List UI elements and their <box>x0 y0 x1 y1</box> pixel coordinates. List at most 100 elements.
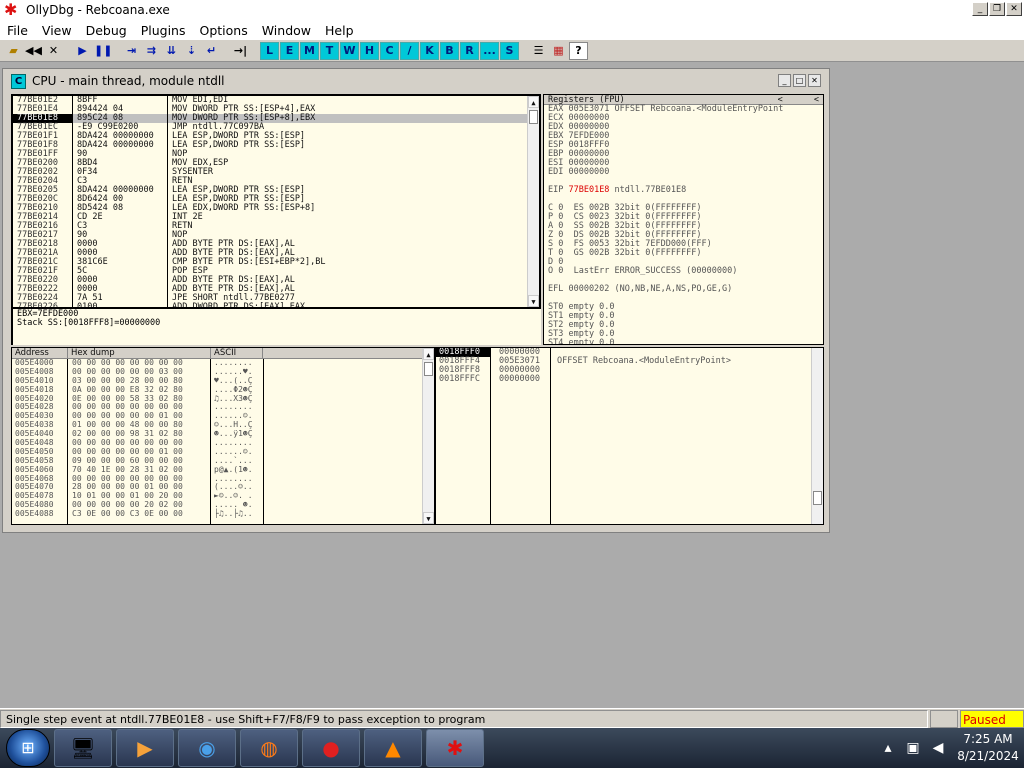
log-window-button[interactable]: L <box>260 41 279 60</box>
scroll-down-icon[interactable]: ▼ <box>528 295 539 307</box>
stack-scrollbar[interactable] <box>811 348 823 524</box>
register-nav-right-icon[interactable]: < <box>814 95 819 105</box>
column-divider <box>72 96 73 307</box>
rewind-icon[interactable]: ◀◀ <box>24 42 43 60</box>
registers-pane[interactable]: Registers (FPU) < < EAX 005E3071 OFFSET … <box>543 94 824 345</box>
run-icon[interactable]: ▶ <box>73 42 92 60</box>
source-button[interactable]: S <box>500 41 519 60</box>
disasm-row[interactable]: 77BE01F8 8DA424 00000000 LEA ESP,DWORD PTR… <box>13 141 539 150</box>
breakpoints-button[interactable]: B <box>440 41 459 60</box>
stack-value: 00000000 <box>499 374 540 384</box>
volume-icon[interactable]: ◀ <box>927 737 949 759</box>
appearance-icon[interactable]: ▦ <box>549 42 568 60</box>
help-icon[interactable]: ? <box>569 41 588 60</box>
register-row[interactable]: T 0 GS 002B 32bit 0(FFFFFFFF) <box>544 249 823 258</box>
stack-pane[interactable]: 0018FFF0 00000000 0018FFF4 005E3071 OFFSET R… <box>435 347 824 525</box>
disassembly-pane[interactable]: 77BE01E2 8BFF MOV EDI,EDI 77BE01E4 894424 04… <box>11 94 541 309</box>
run-trace-button[interactable]: ... <box>480 41 499 60</box>
scroll-thumb[interactable] <box>424 362 433 376</box>
scroll-down-icon[interactable]: ▼ <box>423 512 434 524</box>
menu-plugins[interactable]: Plugins <box>134 23 193 38</box>
taskbar-monitor-icon[interactable]: 🖥 <box>54 729 112 767</box>
disassembly-scrollbar[interactable]: ▲ ▼ <box>527 96 539 307</box>
ollydbg-bug-icon: ✱ <box>4 0 18 19</box>
taskbar-media-player-icon[interactable]: ▶ <box>116 729 174 767</box>
scroll-up-icon[interactable]: ▲ <box>528 96 539 108</box>
menu-file[interactable]: File <box>0 23 35 38</box>
menu-view[interactable]: View <box>35 23 79 38</box>
stack-row[interactable]: 0018FFFC 00000000 <box>436 375 823 384</box>
toolbar-separator <box>113 42 121 60</box>
restore-button[interactable]: ❐ <box>989 2 1005 16</box>
open-icon[interactable]: ▰ <box>4 42 23 60</box>
cpu-minimize-button[interactable]: _ <box>778 74 791 87</box>
trace-into-icon[interactable]: ⇊ <box>162 42 181 60</box>
clock[interactable]: 7:25 AM 8/21/2024 <box>952 731 1024 765</box>
cpu-maximize-button[interactable]: □ <box>793 74 806 87</box>
minimize-button[interactable]: _ <box>972 2 988 16</box>
column-divider <box>263 359 264 524</box>
menu-options[interactable]: Options <box>192 23 254 38</box>
memory-map-button[interactable]: M <box>300 41 319 60</box>
disasm-hex: 8DA424 00000000 <box>77 140 154 150</box>
register-text: O 0 LastErr ERROR_SUCCESS (00000000) <box>548 266 738 276</box>
taskbar-vlc-icon[interactable]: ▲ <box>364 729 422 767</box>
network-icon[interactable]: ▣ <box>902 737 924 759</box>
close-icon[interactable]: ✕ <box>44 42 63 60</box>
menu-debug[interactable]: Debug <box>79 23 134 38</box>
column-header-address[interactable]: Address <box>12 348 68 358</box>
column-header-hex[interactable]: Hex dump <box>68 348 211 358</box>
execute-till-return-icon[interactable]: ↵ <box>202 42 221 60</box>
taskbar-globe-icon[interactable]: ◉ <box>178 729 236 767</box>
register-row[interactable]: ST4 empty 0.0 <box>544 339 823 345</box>
windows-button[interactable]: W <box>340 41 359 60</box>
app-title: OllyDbg - Rebcoana.exe <box>26 3 170 17</box>
cpu-close-button[interactable]: ✕ <box>808 74 821 87</box>
modules-window-button[interactable]: E <box>280 41 299 60</box>
disasm-row[interactable]: 77BE021C 381C6E CMP BYTE PTR DS:[ESI+EBP*2… <box>13 258 539 267</box>
scroll-up-icon[interactable]: ▲ <box>423 348 434 360</box>
disasm-row[interactable]: 77BE0216 C3 RETN <box>13 222 539 231</box>
scroll-thumb[interactable] <box>529 110 538 124</box>
pause-icon[interactable]: ❚❚ <box>93 42 112 60</box>
menu-window[interactable]: Window <box>255 23 318 38</box>
references-button[interactable]: R <box>460 41 479 60</box>
cpu-button[interactable]: C <box>380 41 399 60</box>
taskbar-ollydbg-icon[interactable]: ✱ <box>426 729 484 767</box>
stack-comment: OFFSET Rebcoana.<ModuleEntryPoint> <box>557 356 731 366</box>
status-box <box>930 709 958 728</box>
taskbar-app-icon[interactable]: ● <box>302 729 360 767</box>
stack-row[interactable]: 0018FFF4 005E3071 OFFSET Rebcoana.<ModuleE… <box>436 357 823 366</box>
menu-help[interactable]: Help <box>318 23 361 38</box>
patches-button[interactable]: / <box>400 41 419 60</box>
handles-button[interactable]: H <box>360 41 379 60</box>
register-row[interactable]: O 0 LastErr ERROR_SUCCESS (00000000) <box>544 267 823 276</box>
stack-comment <box>551 366 823 375</box>
close-button[interactable]: ✕ <box>1006 2 1022 16</box>
threads-window-button[interactable]: T <box>320 41 339 60</box>
trace-over-icon[interactable]: ⇣ <box>182 42 201 60</box>
register-row[interactable]: EFL 00000202 (NO,NB,NE,A,NS,PO,GE,G) <box>544 285 823 294</box>
register-row[interactable]: EIP 77BE01E8 ntdll.77BE01E8 <box>544 186 823 195</box>
info-pane: EBX=7EFDE000 Stack SS:[0018FFF8]=0000000… <box>11 309 541 345</box>
hex-dump-row[interactable]: 005E4088 C3 0E 00 00 C3 0E 00 00 ├♫..├♫.. <box>12 509 434 519</box>
call-stack-button[interactable]: K <box>420 41 439 60</box>
hex-dump-pane[interactable]: Address Hex dump ASCII 005E4000 00 00 00 … <box>11 347 435 525</box>
list-icon[interactable]: ☰ <box>529 42 548 60</box>
disasm-instruction: SYSENTER <box>172 167 213 177</box>
scroll-thumb[interactable] <box>813 491 822 505</box>
column-header-ascii[interactable]: ASCII <box>211 348 263 358</box>
step-into-icon[interactable]: ⇥ <box>122 42 141 60</box>
disasm-row[interactable]: 77BE0202 0F34 SYSENTER <box>13 168 539 177</box>
register-row[interactable]: EDI 00000000 <box>544 168 823 177</box>
tray-expand-icon[interactable]: ▴ <box>877 737 899 759</box>
clock-date: 8/21/2024 <box>957 749 1019 763</box>
taskbar-firefox-icon[interactable]: ◍ <box>240 729 298 767</box>
step-over-icon[interactable]: ⇉ <box>142 42 161 60</box>
register-text: EDI 00000000 <box>548 167 610 177</box>
hex-dump-scrollbar[interactable]: ▲ ▼ <box>422 348 434 524</box>
go-to-icon[interactable]: →| <box>231 42 250 60</box>
start-button[interactable]: ⊞ <box>6 729 50 767</box>
disasm-row[interactable]: 77BE0214 CD 2E INT 2E <box>13 213 539 222</box>
stack-row[interactable]: 0018FFF8 00000000 <box>436 366 823 375</box>
